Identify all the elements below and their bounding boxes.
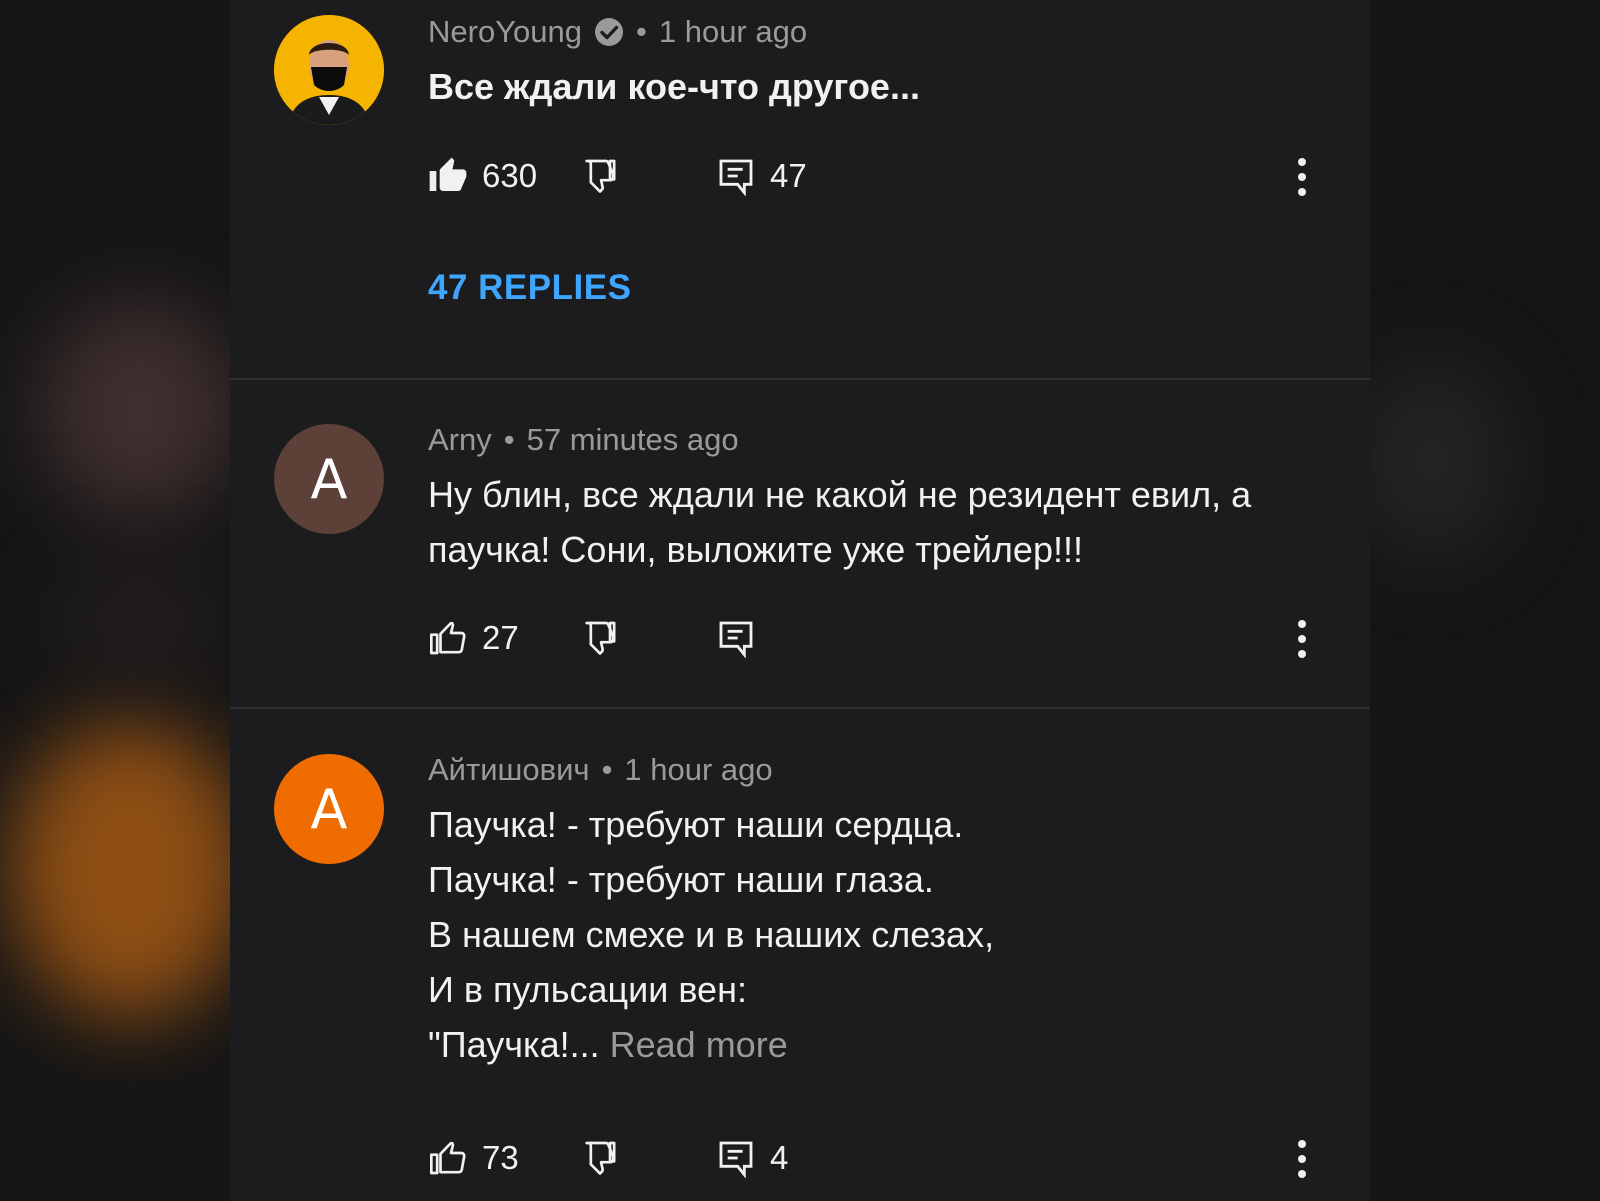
comment-line: Все ждали кое-что другое... [428,66,920,107]
dislike-button[interactable] [580,613,620,663]
comment-reply-icon [719,1141,753,1178]
comment-line: Паучка! - требуют наши сердца. [428,804,964,845]
comment-meta: NeroYoung • 1 hour ago [428,14,807,50]
comment-text: Паучка! - требуют наши сердца. Паучка! -… [428,797,1328,1072]
like-count: 630 [482,157,538,194]
comment-actions: 73 4 [428,1133,1328,1183]
author-name[interactable]: NeroYoung [428,14,582,50]
reply-button[interactable]: 47 [716,151,807,201]
avatar[interactable] [274,15,384,125]
read-more-link[interactable]: Read more [610,1024,788,1065]
reply-count: 47 [770,157,807,194]
verified-check-icon [595,18,623,46]
more-vert-icon[interactable] [1296,1137,1308,1181]
comment-line: Паучка! - требуют наши глаза. [428,859,934,900]
thumb-up-icon [430,1141,466,1175]
author-name[interactable]: Arny [428,422,492,458]
avatar[interactable]: A [274,424,384,534]
thumb-up-icon [429,157,467,191]
blurred-background-right [1370,0,1600,1201]
more-vert-icon[interactable] [1296,155,1308,199]
like-button[interactable]: 630 [428,151,537,201]
thumb-up-icon [430,621,466,655]
author-name[interactable]: Айтишович [428,752,590,788]
blurred-background-left [0,0,230,1201]
dislike-button[interactable] [580,151,620,201]
meta-separator: • [601,752,613,787]
meta-separator: • [636,14,647,49]
comments-screen: NeroYoung • 1 hour ago Все ждали кое-что… [0,0,1600,1201]
comment-line: Ну блин, все ждали не какой не резидент … [428,474,1252,515]
like-count: 73 [482,1139,519,1176]
comment-text: Ну блин, все ждали не какой не резидент … [428,467,1328,577]
avatar-letter: A [310,447,348,511]
comment-meta: Айтишович • 1 hour ago [428,752,773,788]
reply-button[interactable]: 4 [716,1133,788,1183]
comment-reply-icon [719,621,753,658]
thumb-down-icon [585,159,616,193]
comment-meta: Arny • 57 minutes ago [428,422,739,458]
comment-line: "Паучка!... [428,1024,600,1065]
user-photo-icon [274,15,384,125]
comment-reply-icon [719,159,753,196]
thumb-down-icon [585,621,616,655]
comment-actions: 630 47 [428,151,1328,201]
comments-panel: NeroYoung • 1 hour ago Все ждали кое-что… [230,0,1370,1201]
comment-time: 1 hour ago [658,14,808,49]
reply-count: 4 [770,1139,789,1176]
comment-actions: 27 [428,613,1328,663]
divider [230,707,1370,709]
comment-line: В нашем смехе и в наших слезах, [428,914,995,955]
avatar-letter: A [310,777,348,841]
comment-time: 1 hour ago [624,752,773,787]
divider [230,378,1370,380]
comment-time: 57 minutes ago [526,422,739,457]
dislike-button[interactable] [580,1133,620,1183]
reply-button[interactable] [716,613,756,663]
comment-line-last: "Паучка!... Read more [428,1017,1328,1072]
thumb-down-icon [585,1141,616,1175]
view-replies-link[interactable]: 47 REPLIES [428,268,631,308]
like-button[interactable]: 27 [428,613,519,663]
like-button[interactable]: 73 [428,1133,519,1183]
comment-line: И в пульсации вен: [428,969,747,1010]
avatar[interactable]: A [274,754,384,864]
like-count: 27 [482,619,519,656]
comment-text: Все ждали кое-что другое... [428,59,1328,114]
meta-separator: • [503,422,515,457]
comment-line: паучка! Сони, выложите уже трейлер!!! [428,529,1083,570]
more-vert-icon[interactable] [1296,617,1308,661]
